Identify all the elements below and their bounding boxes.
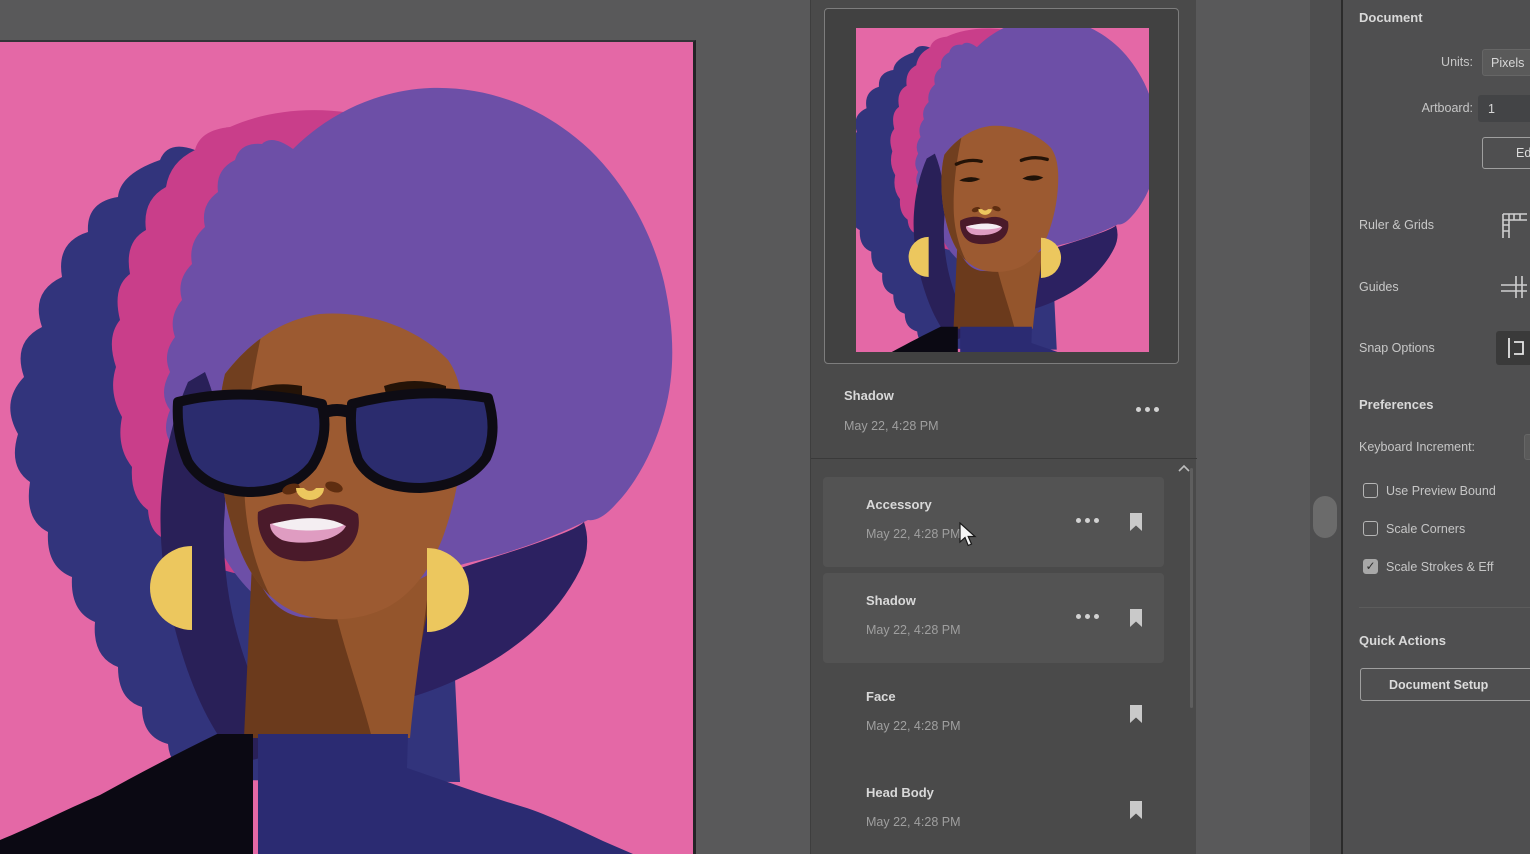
chevron-up-icon[interactable]: [1177, 464, 1191, 473]
version-item-menu-icon[interactable]: [1076, 518, 1099, 523]
units-value: Pixels: [1491, 56, 1524, 70]
bookmark-icon[interactable]: [1130, 609, 1142, 627]
artboard-label: Artboard:: [1359, 101, 1473, 115]
version-history-panel: Shadow May 22, 4:28 PM Accessory May 22,…: [810, 0, 1196, 854]
version-item-title: Face: [866, 689, 896, 704]
guides-row[interactable]: Guides: [1359, 270, 1530, 304]
version-item-timestamp: May 22, 4:28 PM: [866, 719, 961, 733]
version-preview-card[interactable]: [824, 8, 1179, 364]
ruler-grids-label: Ruler & Grids: [1359, 218, 1434, 232]
version-item-face[interactable]: Face May 22, 4:28 PM: [823, 669, 1164, 759]
preferences-section-title: Preferences: [1359, 397, 1433, 412]
artwork-illustration: [0, 42, 693, 854]
panel-divider: [811, 458, 1197, 459]
version-item-timestamp: May 22, 4:28 PM: [866, 527, 961, 541]
scale-strokes-effects-row[interactable]: ✓ Scale Strokes & Eff: [1363, 559, 1493, 574]
snap-icon[interactable]: [1496, 331, 1530, 365]
document-section-title: Document: [1359, 10, 1423, 25]
version-item-title: Accessory: [866, 497, 932, 512]
current-version-menu-icon[interactable]: [1136, 407, 1159, 412]
ruler-grids-row[interactable]: Ruler & Grids: [1359, 208, 1530, 242]
snap-options-row[interactable]: Snap Options: [1359, 331, 1530, 365]
version-item-menu-icon[interactable]: [1076, 614, 1099, 619]
bookmark-icon[interactable]: [1130, 513, 1142, 531]
version-item-timestamp: May 22, 4:28 PM: [866, 623, 961, 637]
current-version-timestamp: May 22, 4:28 PM: [844, 419, 939, 433]
document-setup-button[interactable]: Document Setup: [1360, 668, 1530, 701]
version-item-head-body[interactable]: Head Body May 22, 4:28 PM: [823, 765, 1164, 854]
checkbox-checked-icon[interactable]: ✓: [1363, 559, 1378, 574]
keyboard-increment-label: Keyboard Increment:: [1359, 440, 1475, 454]
scrollbar[interactable]: [1190, 468, 1193, 708]
units-label: Units:: [1359, 55, 1473, 69]
scale-strokes-effects-label: Scale Strokes & Eff: [1386, 560, 1493, 574]
bookmark-icon[interactable]: [1130, 801, 1142, 819]
artboard-number-field[interactable]: 1: [1478, 95, 1530, 122]
current-version-title: Shadow: [844, 388, 894, 403]
properties-panel: Document Units: Pixels Artboard: 1 Ed Ru…: [1341, 0, 1530, 854]
canvas-workspace: [0, 0, 810, 854]
scrollbar-thumb[interactable]: [1313, 496, 1337, 538]
snap-options-label: Snap Options: [1359, 341, 1435, 355]
panel-gutter: [1310, 0, 1341, 854]
guides-label: Guides: [1359, 280, 1399, 294]
checkbox-unchecked-icon[interactable]: [1363, 483, 1378, 498]
scale-corners-row[interactable]: Scale Corners: [1363, 521, 1465, 536]
guides-icon[interactable]: [1496, 270, 1530, 304]
app-window: Shadow May 22, 4:28 PM Accessory May 22,…: [0, 0, 1530, 854]
artboard[interactable]: [0, 40, 696, 854]
version-item-title: Head Body: [866, 785, 934, 800]
version-item-accessory[interactable]: Accessory May 22, 4:28 PM: [823, 477, 1164, 567]
edit-artboards-button[interactable]: Ed: [1482, 137, 1530, 169]
units-dropdown[interactable]: Pixels: [1482, 49, 1530, 76]
version-item-timestamp: May 22, 4:28 PM: [866, 815, 961, 829]
version-list: Accessory May 22, 4:28 PM Shadow May 22,…: [823, 477, 1164, 854]
ruler-corner-icon[interactable]: [1496, 208, 1530, 242]
quick-actions-title: Quick Actions: [1359, 633, 1446, 648]
checkbox-unchecked-icon[interactable]: [1363, 521, 1378, 536]
use-preview-bounds-label: Use Preview Bound: [1386, 484, 1496, 498]
keyboard-increment-field[interactable]: [1524, 434, 1530, 460]
bookmark-icon[interactable]: [1130, 705, 1142, 723]
artboard-value: 1: [1488, 102, 1495, 116]
version-item-title: Shadow: [866, 593, 916, 608]
section-divider: [1359, 607, 1530, 608]
version-preview-thumbnail: [856, 28, 1149, 352]
use-preview-bounds-row[interactable]: Use Preview Bound: [1363, 483, 1496, 498]
scale-corners-label: Scale Corners: [1386, 522, 1465, 536]
version-item-shadow[interactable]: Shadow May 22, 4:28 PM: [823, 573, 1164, 663]
